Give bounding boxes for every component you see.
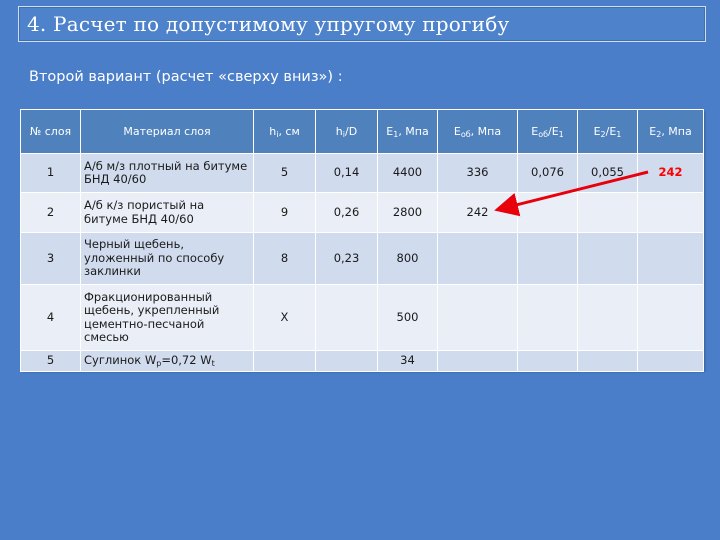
cell-e1: 4400 — [377, 153, 438, 193]
header-e2: E2, Мпа — [637, 109, 704, 154]
cell-e2-e1 — [577, 192, 638, 233]
header-hi-d: hi/D — [315, 109, 378, 154]
cell-material: Фракционированный щебень, укрепленный це… — [80, 284, 254, 351]
table-header-row: № слоя Материал слоя hi, см hi/D E1, Мпа… — [20, 109, 704, 154]
cell-eob-e1 — [517, 232, 578, 285]
cell-e2 — [637, 232, 704, 285]
cell-hi: 5 — [253, 153, 316, 193]
cell-eob — [437, 232, 518, 285]
cell-e2 — [637, 350, 704, 372]
calculation-table-container: № слоя Материал слоя hi, см hi/D E1, Мпа… — [20, 109, 704, 372]
cell-eob — [437, 350, 518, 372]
cell-material: Черный щебень, уложенный по способу закл… — [80, 232, 254, 285]
cell-material: А/б к/з пористый на битуме БНД 40/60 — [80, 192, 254, 233]
cell-material: Суглинок Wp=0,72 Wt — [80, 350, 254, 372]
cell-eob — [437, 284, 518, 351]
cell-eob-e1 — [517, 192, 578, 233]
cell-layer-no: 1 — [20, 153, 81, 193]
cell-hi: Х — [253, 284, 316, 351]
cell-e2-e1 — [577, 284, 638, 351]
cell-layer-no: 5 — [20, 350, 81, 372]
header-layer-no: № слоя — [20, 109, 81, 154]
cell-hi-d: 0,26 — [315, 192, 378, 233]
cell-e2 — [637, 284, 704, 351]
header-hi: hi, см — [253, 109, 316, 154]
header-e1: E1, Мпа — [377, 109, 438, 154]
header-eob-e1: Eоб/E1 — [517, 109, 578, 154]
cell-layer-no: 3 — [20, 232, 81, 285]
cell-e1: 2800 — [377, 192, 438, 233]
cell-hi-d — [315, 284, 378, 351]
cell-e2-highlight: 242 — [637, 153, 704, 193]
table-row: 5 Суглинок Wp=0,72 Wt 34 — [20, 350, 704, 372]
slide-title: 4. Расчет по допустимому упругому прогиб… — [27, 12, 510, 36]
table-row: 3 Черный щебень, уложенный по способу за… — [20, 232, 704, 285]
cell-e2-e1: 0,055 — [577, 153, 638, 193]
cell-eob-e1 — [517, 284, 578, 351]
cell-hi-d: 0,14 — [315, 153, 378, 193]
cell-eob-e1 — [517, 350, 578, 372]
cell-e1: 800 — [377, 232, 438, 285]
cell-e2-e1 — [577, 232, 638, 285]
calculation-table: № слоя Материал слоя hi, см hi/D E1, Мпа… — [20, 109, 704, 372]
cell-hi-d — [315, 350, 378, 372]
cell-e2-e1 — [577, 350, 638, 372]
header-eob: Eоб, Мпа — [437, 109, 518, 154]
cell-eob-e1: 0,076 — [517, 153, 578, 193]
table-row: 2 А/б к/з пористый на битуме БНД 40/60 9… — [20, 192, 704, 233]
cell-hi — [253, 350, 316, 372]
cell-eob: 336 — [437, 153, 518, 193]
table-row: 4 Фракционированный щебень, укрепленный … — [20, 284, 704, 351]
cell-hi: 8 — [253, 232, 316, 285]
cell-material: А/б м/з плотный на битуме БНД 40/60 — [80, 153, 254, 193]
slide-subtitle: Второй вариант (расчет «сверху вниз») : — [29, 69, 343, 85]
header-material: Материал слоя — [80, 109, 254, 154]
cell-layer-no: 2 — [20, 192, 81, 233]
cell-layer-no: 4 — [20, 284, 81, 351]
header-e2-e1: E2/E1 — [577, 109, 638, 154]
slide-title-box: 4. Расчет по допустимому упругому прогиб… — [18, 6, 706, 42]
cell-hi-d: 0,23 — [315, 232, 378, 285]
cell-hi: 9 — [253, 192, 316, 233]
cell-eob: 242 — [437, 192, 518, 233]
cell-e2 — [637, 192, 704, 233]
cell-e1: 500 — [377, 284, 438, 351]
table-row: 1 А/б м/з плотный на битуме БНД 40/60 5 … — [20, 153, 704, 193]
cell-e1: 34 — [377, 350, 438, 372]
